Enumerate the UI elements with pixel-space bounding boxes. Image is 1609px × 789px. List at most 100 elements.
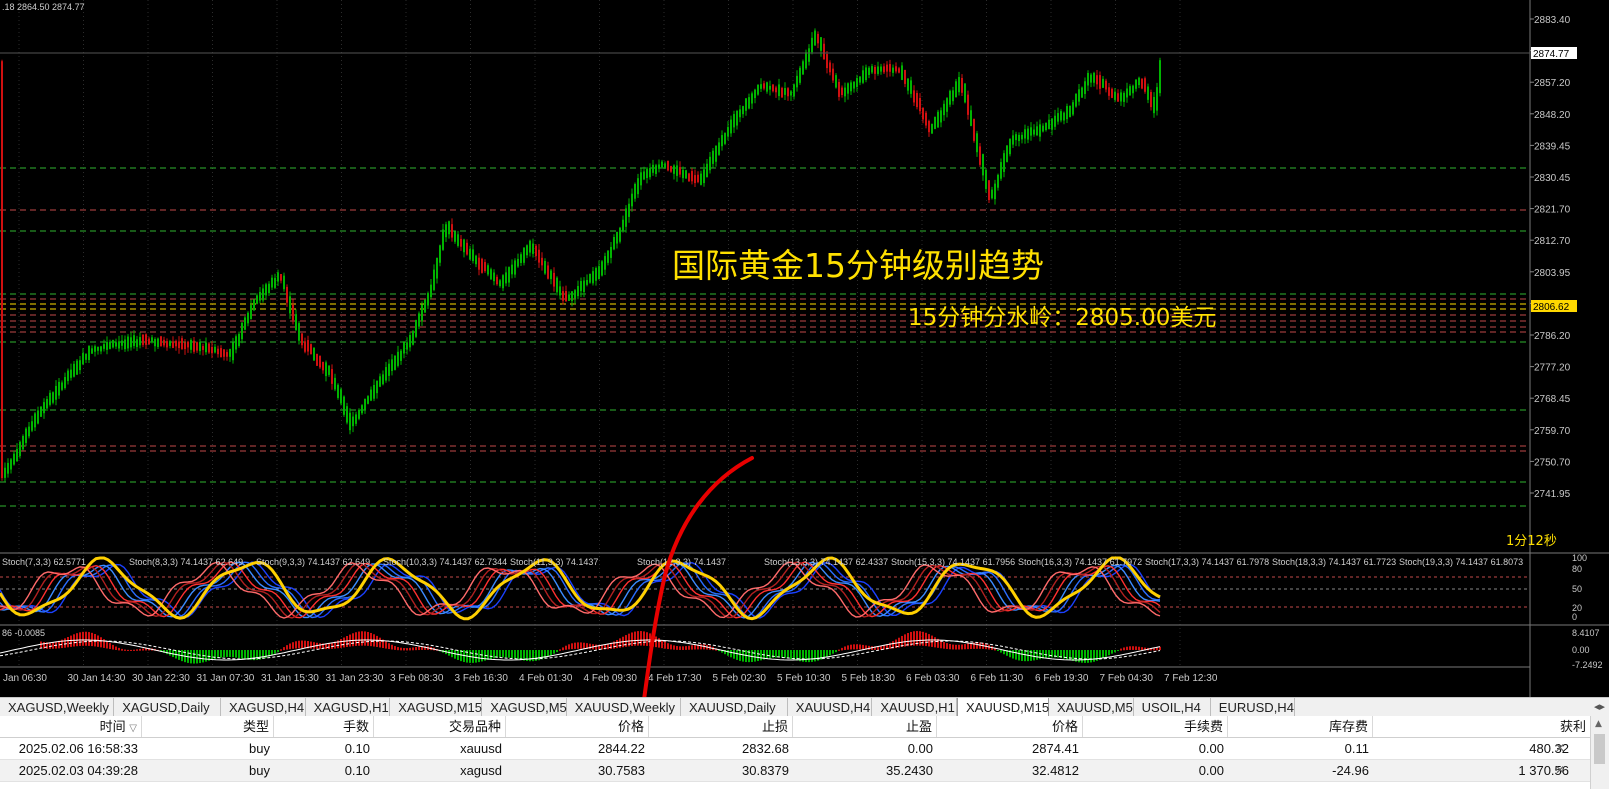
close-order-icon[interactable]: ✕ xyxy=(1555,760,1565,781)
countdown-timer: 1分12秒 xyxy=(1506,534,1557,549)
row-time: 2025.02.06 16:58:33 xyxy=(18,741,138,756)
chart-tab[interactable]: EURUSD,H4 xyxy=(1211,698,1296,717)
table-header-row: 时间 ▽ 类型 手数 交易品种 价格 止损 止盈 价格 手续费 库存费 获利 xyxy=(0,716,1609,738)
time-tick-label: 6 Feb 19:30 xyxy=(1035,673,1089,684)
row-commission: 0.00 xyxy=(1198,741,1224,756)
price-tick-label: 2750.70 xyxy=(1534,457,1571,468)
macd-axis-label: 0.00 xyxy=(1572,645,1590,655)
table-row[interactable]: 2025.02.03 04:39:28 buy 0.10 xagusd 30.7… xyxy=(0,760,1609,782)
time-tick-label: 31 Jan 23:30 xyxy=(326,673,384,684)
price-tick-label: 2821.70 xyxy=(1534,205,1571,216)
row-time: 2025.02.03 04:39:28 xyxy=(18,763,138,778)
row-profit: 1 370.56 xyxy=(1518,763,1569,778)
annotation-subtitle: 15分钟分水岭：2805.00美元 xyxy=(908,305,1216,331)
stoch-axis-label: 50 xyxy=(1572,584,1582,594)
row-type: buy xyxy=(249,741,270,756)
row-current-price: 2874.41 xyxy=(1032,741,1079,756)
time-tick-label: 3 Feb 16:30 xyxy=(455,673,509,684)
current-price-tag: 2874.77 xyxy=(1533,49,1570,60)
header-open-price[interactable]: 价格 xyxy=(506,716,649,737)
time-tick-label: 3 Feb 08:30 xyxy=(390,673,444,684)
stoch-indicator-label: Stoch(16,3,3) 74.1437 61.7972 xyxy=(1018,557,1142,567)
table-scrollbar[interactable]: ▲ xyxy=(1590,716,1609,789)
scroll-thumb[interactable] xyxy=(1594,734,1605,764)
chart-tab[interactable]: XAUUSD,Weekly xyxy=(567,698,681,717)
row-symbol: xagusd xyxy=(460,763,502,778)
price-tick-label: 2812.70 xyxy=(1534,236,1571,247)
chart-tab[interactable]: XAGUSD,Weekly xyxy=(0,698,115,717)
header-volume[interactable]: 手数 xyxy=(274,716,374,737)
chart-tab[interactable]: XAGUSD,M5 xyxy=(482,698,567,717)
stoch-axis-label: 0 xyxy=(1572,612,1577,622)
price-tick-label: 2883.40 xyxy=(1534,15,1571,26)
price-tick-label: 2839.45 xyxy=(1534,141,1571,152)
row-volume: 0.10 xyxy=(344,741,370,756)
trade-table: 时间 ▽ 类型 手数 交易品种 价格 止损 止盈 价格 手续费 库存费 获利 2… xyxy=(0,716,1609,789)
chart-tab[interactable]: XAUUSD,Daily xyxy=(681,698,788,717)
time-tick-label: 30 Jan 14:30 xyxy=(68,673,126,684)
time-tick-label: 5 Feb 02:30 xyxy=(713,673,767,684)
macd-axis-label: -7.2492 xyxy=(1572,660,1603,670)
price-tick-label: 2777.20 xyxy=(1534,363,1571,374)
chart-tab[interactable]: XAGUSD,M15 xyxy=(390,698,483,717)
row-swap: 0.11 xyxy=(1344,741,1369,756)
row-stop-loss: 2832.68 xyxy=(742,741,789,756)
row-type: buy xyxy=(249,763,270,778)
chart-tab[interactable]: USOIL,H4 xyxy=(1134,698,1211,717)
time-tick-label: 7 Feb 12:30 xyxy=(1164,673,1218,684)
price-tick-label: 2759.70 xyxy=(1534,426,1571,437)
tab-scroll-icon[interactable]: ◂▸ xyxy=(1594,698,1605,717)
row-take-profit: 0.00 xyxy=(907,741,933,756)
header-take-profit[interactable]: 止盈 xyxy=(793,716,937,737)
stoch-indicator-label: Stoch(15,3,3) 74.1437 61.7956 xyxy=(891,557,1015,567)
row-stop-loss: 30.8379 xyxy=(742,763,789,778)
chart-tab[interactable]: XAGUSD,H1 xyxy=(306,698,391,717)
row-open-price: 2844.22 xyxy=(598,741,645,756)
stoch-indicator-label: Stoch(13,3,3) 74.1437 62.4337 xyxy=(764,557,888,567)
header-time-label: 时间 xyxy=(99,719,126,734)
chart-tab[interactable]: XAUUSD,H1 xyxy=(872,698,957,717)
time-tick-label: Jan 06:30 xyxy=(3,673,47,684)
price-tick-label: 2768.45 xyxy=(1534,394,1571,405)
header-stop-loss[interactable]: 止损 xyxy=(649,716,793,737)
time-tick-label: 4 Feb 09:30 xyxy=(584,673,638,684)
time-tick-label: 5 Feb 10:30 xyxy=(777,673,831,684)
table-row[interactable]: 2025.02.06 16:58:33 buy 0.10 xauusd 2844… xyxy=(0,738,1609,760)
header-type[interactable]: 类型 xyxy=(142,716,274,737)
row-current-price: 32.4812 xyxy=(1032,763,1079,778)
price-tick-label: 2786.20 xyxy=(1534,331,1571,342)
price-tick-label: 2848.20 xyxy=(1534,110,1571,121)
price-chart[interactable]: 2883.402865.952857.202848.202839.452830.… xyxy=(0,0,1609,697)
row-open-price: 30.7583 xyxy=(598,763,645,778)
header-current-price[interactable]: 价格 xyxy=(937,716,1083,737)
stoch-indicator-label: Stoch(17,3,3) 74.1437 61.7978 xyxy=(1145,557,1269,567)
stoch-indicator-label: Stoch(9,3,3) 74.1437 62.649 xyxy=(256,557,370,567)
row-profit: 480.32 xyxy=(1529,741,1569,756)
close-order-icon[interactable]: ✕ xyxy=(1555,738,1565,759)
time-tick-label: 31 Jan 15:30 xyxy=(261,673,319,684)
chart-tab[interactable]: XAGUSD,H4 xyxy=(221,698,306,717)
time-tick-label: 6 Feb 11:30 xyxy=(971,673,1024,684)
time-tick-label: 6 Feb 03:30 xyxy=(906,673,960,684)
row-volume: 0.10 xyxy=(344,763,370,778)
symbol-header: .18 2864.50 2874.77 xyxy=(2,2,85,12)
time-tick-label: 5 Feb 18:30 xyxy=(842,673,896,684)
header-commission[interactable]: 手续费 xyxy=(1083,716,1228,737)
stoch-indicator-label: Stoch(10,3,3) 74.1437 62.7344 xyxy=(383,557,507,567)
header-time[interactable]: 时间 ▽ xyxy=(0,716,142,737)
header-symbol[interactable]: 交易品种 xyxy=(374,716,506,737)
time-tick-label: 4 Feb 17:30 xyxy=(648,673,702,684)
chart-tab[interactable]: XAUUSD,M5 xyxy=(1049,698,1134,717)
sort-icon: ▽ xyxy=(129,723,137,734)
row-symbol: xauusd xyxy=(460,741,502,756)
chart-tab[interactable]: XAGUSD,Daily xyxy=(114,698,221,717)
time-tick-label: 7 Feb 04:30 xyxy=(1100,673,1154,684)
header-profit[interactable]: 获利 xyxy=(1373,716,1591,737)
header-swap[interactable]: 库存费 xyxy=(1228,716,1373,737)
chart-tab[interactable]: XAUUSD,M15 xyxy=(957,698,1049,717)
time-tick-label: 31 Jan 07:30 xyxy=(197,673,255,684)
price-tick-label: 2857.20 xyxy=(1534,78,1571,89)
row-commission: 0.00 xyxy=(1198,763,1224,778)
scroll-up-icon[interactable]: ▲ xyxy=(1595,719,1602,729)
chart-tab[interactable]: XAUUSD,H4 xyxy=(788,698,873,717)
